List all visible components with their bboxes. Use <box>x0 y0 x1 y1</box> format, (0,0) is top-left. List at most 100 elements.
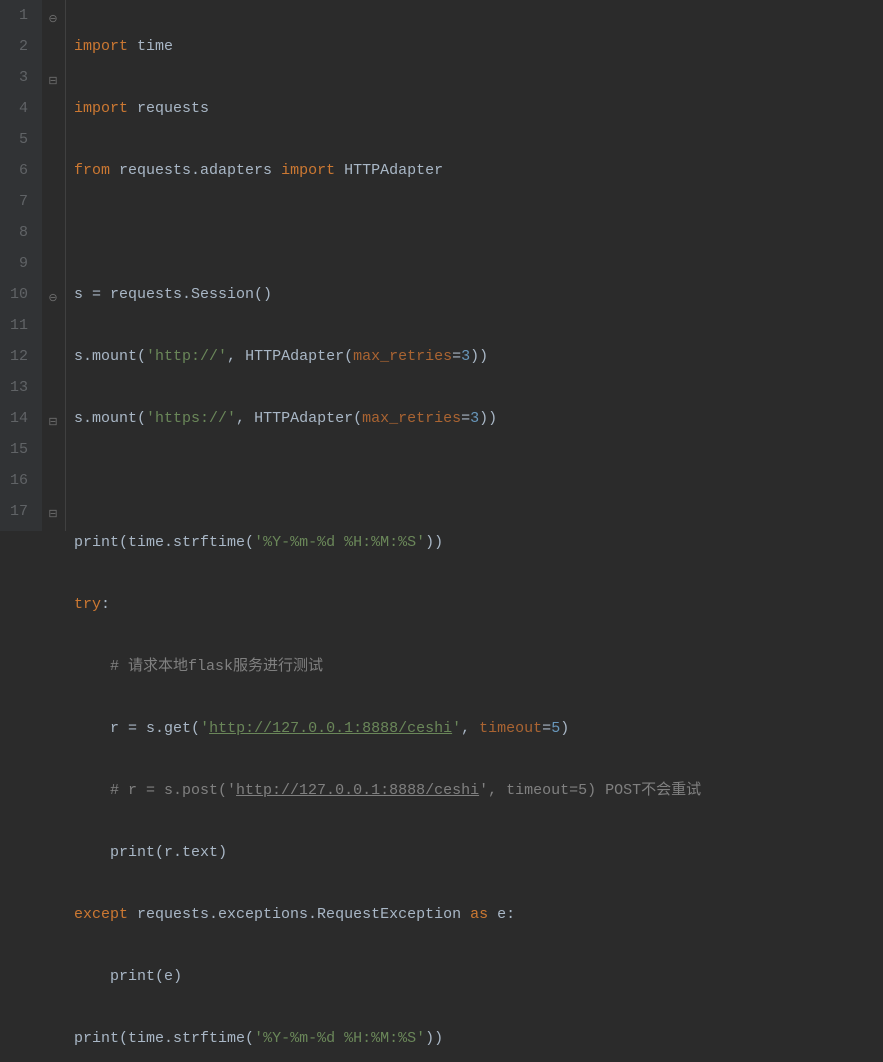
line-number: 1 <box>0 0 28 31</box>
number-5: 5 <box>551 720 560 737</box>
code-line[interactable]: print(r.text) <box>74 837 701 868</box>
line-number: 10 <box>0 279 28 310</box>
call-print: print <box>74 534 119 551</box>
code-line[interactable]: from requests.adapters import HTTPAdapte… <box>74 155 701 186</box>
module-requests: requests <box>137 100 209 117</box>
kwarg-timeout: timeout <box>479 720 542 737</box>
string-url: http://127.0.0.1:8888/ceshi <box>209 720 452 737</box>
fold-marker-icon[interactable]: ⊟ <box>46 500 60 531</box>
line-number: 7 <box>0 186 28 217</box>
line-number: 2 <box>0 31 28 62</box>
var-s: s <box>74 286 83 303</box>
line-number: 8 <box>0 217 28 248</box>
code-line[interactable]: except requests.exceptions.RequestExcept… <box>74 899 701 930</box>
line-number: 6 <box>0 155 28 186</box>
line-number-gutter: 1 2 3 4 5 6 7 8 9 10 11 12 13 14 15 16 1… <box>0 0 42 531</box>
quote: ' <box>200 720 209 737</box>
close-parens: )) <box>425 1030 443 1047</box>
comma: , <box>236 410 254 427</box>
fold-column: ⊖ ⊟ ⊖ ⊟ ⊟ <box>42 0 66 531</box>
exception-type: requests.exceptions.RequestException <box>137 906 461 923</box>
comment-post: # r = s.post('http://127.0.0.1:8888/cesh… <box>110 782 701 799</box>
fold-marker-icon[interactable]: ⊖ <box>46 5 60 36</box>
var-e: e <box>164 968 173 985</box>
code-line[interactable]: print(time.strftime('%Y-%m-%d %H:%M:%S')… <box>74 1023 701 1054</box>
line-number: 14 <box>0 403 28 434</box>
class-httpadapter: HTTPAdapter <box>344 162 443 179</box>
keyword-as: as <box>470 906 488 923</box>
keyword-from: from <box>74 162 110 179</box>
call-strftime: time.strftime( <box>128 1030 254 1047</box>
line-number: 11 <box>0 310 28 341</box>
code-line[interactable]: print(time.strftime('%Y-%m-%d %H:%M:%S')… <box>74 527 701 558</box>
comment-prefix: # r = s.post(' <box>110 782 236 799</box>
comment-flask: # 请求本地flask服务进行测试 <box>110 658 323 675</box>
quote: ' <box>452 720 461 737</box>
keyword-import: import <box>74 38 128 55</box>
code-line[interactable]: s.mount('https://', HTTPAdapter(max_retr… <box>74 403 701 434</box>
call-get: s.get( <box>146 720 200 737</box>
string-http: 'http://' <box>146 348 227 365</box>
code-line[interactable]: s.mount('http://', HTTPAdapter(max_retri… <box>74 341 701 372</box>
open-paren: ( <box>155 844 164 861</box>
ctor-httpadapter: HTTPAdapter( <box>245 348 353 365</box>
method-mount: .mount( <box>83 410 146 427</box>
var-e: e <box>497 906 506 923</box>
colon: : <box>101 596 110 613</box>
close-paren: ) <box>173 968 182 985</box>
code-line[interactable] <box>74 217 701 248</box>
line-number: 3 <box>0 62 28 93</box>
comment-url: http://127.0.0.1:8888/ceshi <box>236 782 479 799</box>
code-line[interactable]: try: <box>74 589 701 620</box>
close-paren: ) <box>218 844 227 861</box>
line-number: 12 <box>0 341 28 372</box>
close-parens: )) <box>479 410 497 427</box>
call-print: print <box>110 844 155 861</box>
open-paren: ( <box>155 968 164 985</box>
call-print: print <box>74 1030 119 1047</box>
code-editor[interactable]: 1 2 3 4 5 6 7 8 9 10 11 12 13 14 15 16 1… <box>0 0 883 531</box>
string-fmt: '%Y-%m-%d %H:%M:%S' <box>254 534 425 551</box>
comment-suffix: ', timeout=5) POST不会重试 <box>479 782 701 799</box>
code-line[interactable]: r = s.get('http://127.0.0.1:8888/ceshi',… <box>74 713 701 744</box>
line-number: 17 <box>0 496 28 527</box>
line-number: 5 <box>0 124 28 155</box>
fold-marker-icon[interactable]: ⊟ <box>46 67 60 98</box>
ctor-httpadapter: HTTPAdapter( <box>254 410 362 427</box>
module-path: requests.adapters <box>119 162 272 179</box>
number-3: 3 <box>470 410 479 427</box>
close-parens: )) <box>470 348 488 365</box>
fold-marker-icon[interactable]: ⊖ <box>46 284 60 315</box>
number-3: 3 <box>461 348 470 365</box>
open-paren: ( <box>119 1030 128 1047</box>
keyword-try: try <box>74 596 101 613</box>
open-paren: ( <box>119 534 128 551</box>
close-parens: )) <box>425 534 443 551</box>
var-s: s <box>74 348 83 365</box>
code-line[interactable]: import requests <box>74 93 701 124</box>
code-area[interactable]: import time import requests from request… <box>66 0 701 531</box>
fold-marker-icon[interactable]: ⊟ <box>46 408 60 439</box>
line-number: 9 <box>0 248 28 279</box>
code-line[interactable]: s = requests.Session() <box>74 279 701 310</box>
assign-op: = <box>83 286 110 303</box>
code-line[interactable]: # 请求本地flask服务进行测试 <box>74 651 701 682</box>
keyword-import: import <box>74 100 128 117</box>
code-line[interactable]: import time <box>74 31 701 62</box>
kwarg-max-retries: max_retries <box>362 410 461 427</box>
method-mount: .mount( <box>83 348 146 365</box>
string-https: 'https://' <box>146 410 236 427</box>
kwarg-max-retries: max_retries <box>353 348 452 365</box>
line-number: 4 <box>0 93 28 124</box>
keyword-import: import <box>281 162 335 179</box>
colon: : <box>506 906 515 923</box>
expr-rtext: r.text <box>164 844 218 861</box>
code-line[interactable]: print(e) <box>74 961 701 992</box>
line-number: 16 <box>0 465 28 496</box>
code-line[interactable] <box>74 465 701 496</box>
var-r: r <box>110 720 119 737</box>
code-line[interactable]: # r = s.post('http://127.0.0.1:8888/cesh… <box>74 775 701 806</box>
assign-op: = <box>119 720 146 737</box>
var-s: s <box>74 410 83 427</box>
close-paren: ) <box>560 720 569 737</box>
